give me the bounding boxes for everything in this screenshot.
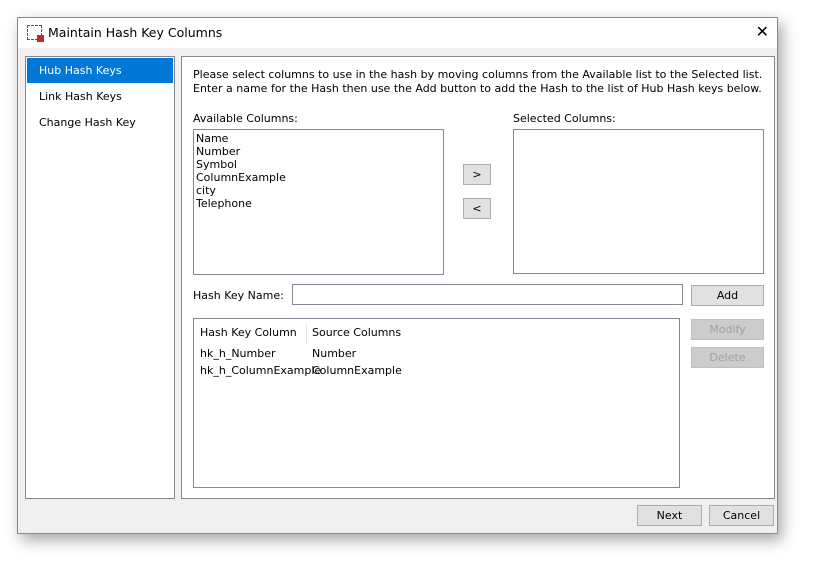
selected-list[interactable]	[513, 129, 764, 274]
list-item[interactable]: Telephone	[194, 197, 443, 210]
sidebar-item-hub-hash-keys[interactable]: Hub Hash Keys	[27, 58, 173, 83]
sidebar-item-change-hash-key[interactable]: Change Hash Key	[27, 110, 173, 135]
column-header-source[interactable]: Source Columns	[312, 324, 401, 344]
cancel-button[interactable]: Cancel	[709, 505, 774, 526]
instructions: Please select columns to use in the hash…	[193, 68, 763, 95]
window-title: Maintain Hash Key Columns	[48, 25, 223, 40]
cell-source: Number	[312, 347, 357, 360]
list-item[interactable]: Name	[194, 132, 443, 145]
selected-label: Selected Columns:	[513, 112, 616, 125]
list-item[interactable]: ColumnExample	[194, 171, 443, 184]
list-item[interactable]: Number	[194, 145, 443, 158]
table-row[interactable]: hk_h_Number Number	[200, 346, 670, 362]
modify-button[interactable]: Modify	[691, 319, 764, 340]
move-right-button[interactable]: >	[463, 164, 491, 185]
available-label: Available Columns:	[193, 112, 298, 125]
hash-key-table: Hash Key Column Source Columns hk_h_Numb…	[193, 318, 680, 488]
available-list[interactable]: Name Number Symbol ColumnExample city Te…	[193, 129, 444, 275]
cell-source: ColumnExample	[312, 364, 402, 377]
close-icon[interactable]: ✕	[756, 22, 769, 41]
dialog-window: Maintain Hash Key Columns ✕ Hub Hash Key…	[17, 17, 778, 534]
sidebar: Hub Hash Keys Link Hash Keys Change Hash…	[25, 56, 175, 499]
title-bar: Maintain Hash Key Columns ✕	[18, 18, 777, 48]
table-row[interactable]: hk_h_ColumnExample ColumnExample	[200, 363, 670, 379]
next-button[interactable]: Next	[637, 505, 702, 526]
delete-button[interactable]: Delete	[691, 347, 764, 368]
list-item[interactable]: Symbol	[194, 158, 443, 171]
cell-hash-key: hk_h_ColumnExample	[200, 364, 322, 377]
main-panel: Please select columns to use in the hash…	[181, 56, 775, 499]
cell-hash-key: hk_h_Number	[200, 347, 276, 360]
hash-key-name-input[interactable]	[292, 284, 683, 305]
column-header-hash-key[interactable]: Hash Key Column	[200, 324, 297, 344]
app-icon	[27, 25, 44, 42]
column-divider	[306, 324, 307, 344]
add-button[interactable]: Add	[691, 285, 764, 306]
list-item[interactable]: city	[194, 184, 443, 197]
move-left-button[interactable]: <	[463, 198, 491, 219]
sidebar-item-link-hash-keys[interactable]: Link Hash Keys	[27, 84, 173, 109]
hash-key-name-label: Hash Key Name:	[193, 289, 284, 302]
